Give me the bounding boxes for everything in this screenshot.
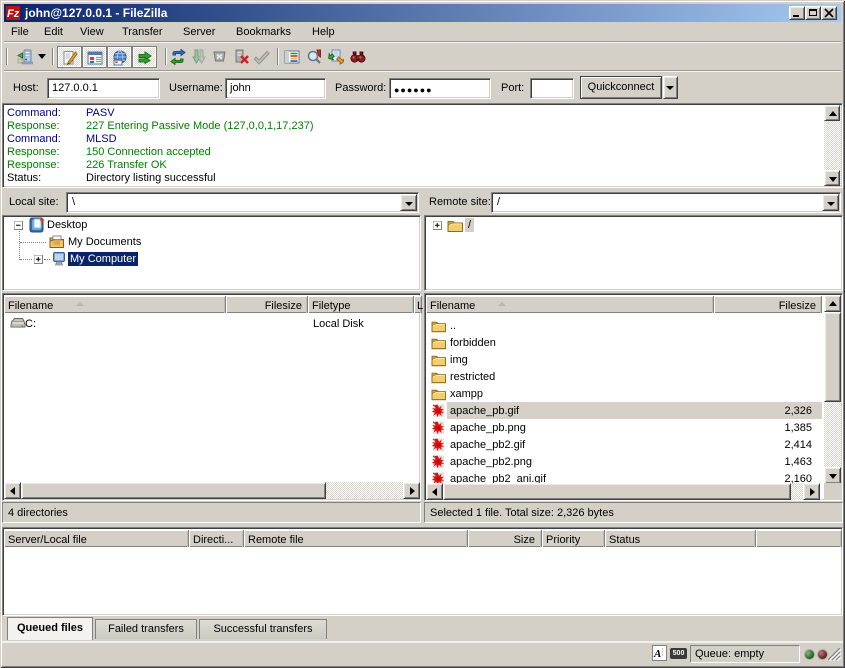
svg-text:A: A bbox=[653, 648, 661, 660]
